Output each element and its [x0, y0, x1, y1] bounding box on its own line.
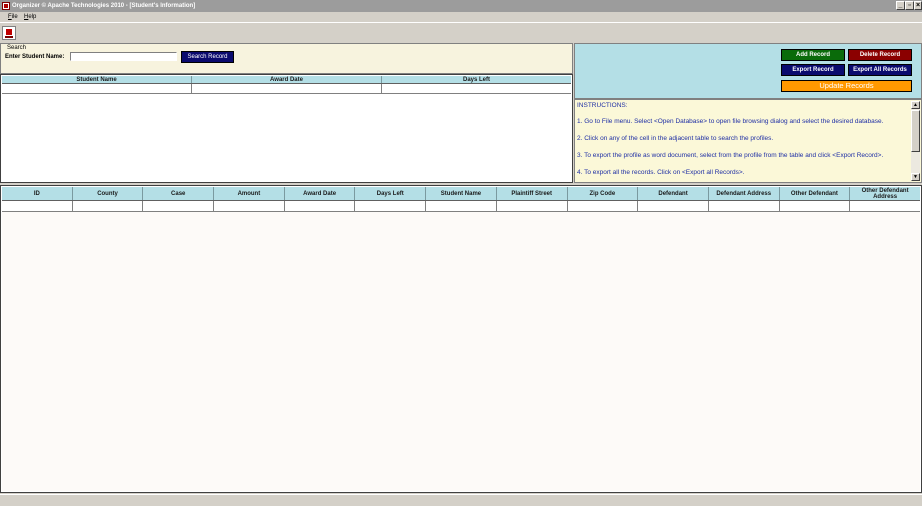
instructions-scrollbar[interactable]: ▲ ▼ [911, 101, 920, 181]
restore-button[interactable]: ▫ [905, 1, 914, 10]
column-header[interactable]: Other Defendant Address [850, 187, 920, 200]
table-cell[interactable] [497, 201, 568, 211]
table-cell[interactable] [568, 201, 639, 211]
table-cell[interactable] [2, 84, 192, 93]
title-bar: Organizer © Apache Technologies 2010 - [… [0, 0, 922, 12]
window-title: Organizer © Apache Technologies 2010 - [… [12, 3, 196, 9]
close-button[interactable]: × [914, 1, 922, 10]
student-name-input[interactable] [70, 52, 177, 61]
table-row[interactable] [2, 201, 920, 212]
table-cell[interactable] [192, 84, 382, 93]
search-label: Enter Student Name: [5, 54, 65, 60]
scroll-up-icon[interactable]: ▲ [911, 101, 920, 109]
instruction-item: 1. Go to File menu. Select <Open Databas… [577, 118, 884, 125]
column-header[interactable]: Other Defendant [780, 187, 851, 200]
toolbar [0, 22, 922, 42]
results-table-header: Student Name Award Date Days Left [2, 76, 571, 84]
export-all-records-button[interactable]: Export All Records [848, 64, 912, 76]
menu-help[interactable]: Help [24, 13, 36, 21]
instructions-panel: INSTRUCTIONS: 1. Go to File menu. Select… [574, 99, 922, 183]
column-header[interactable]: Plaintiff Street [497, 187, 568, 200]
minimize-button[interactable]: _ [896, 1, 905, 10]
update-records-button[interactable]: Update Records [781, 80, 912, 92]
table-cell[interactable] [638, 201, 709, 211]
menu-bar: File Help [0, 12, 922, 22]
column-header[interactable]: Zip Code [568, 187, 639, 200]
search-panel: Search Enter Student Name: Search Record [0, 43, 573, 74]
table-cell[interactable] [709, 201, 780, 211]
table-cell[interactable] [355, 201, 427, 211]
table-cell[interactable] [2, 201, 73, 211]
table-cell[interactable] [214, 201, 285, 211]
column-header[interactable]: Defendant Address [709, 187, 780, 200]
export-record-button[interactable]: Export Record [781, 64, 845, 76]
column-header[interactable]: Award Date [192, 76, 382, 83]
scroll-thumb[interactable] [911, 110, 920, 152]
delete-record-button[interactable]: Delete Record [848, 49, 912, 61]
table-cell[interactable] [285, 201, 356, 211]
column-header[interactable]: Student Name [2, 76, 192, 83]
table-row[interactable] [2, 84, 571, 94]
search-record-button[interactable]: Search Record [181, 51, 234, 63]
add-record-button[interactable]: Add Record [781, 49, 845, 61]
instruction-item: 2. Click on any of the cell in the adjac… [577, 135, 774, 142]
table-cell[interactable] [382, 84, 571, 93]
table-cell[interactable] [780, 201, 851, 211]
table-cell[interactable] [143, 201, 215, 211]
app-icon [2, 2, 10, 10]
column-header[interactable]: ID [2, 187, 73, 200]
column-header[interactable]: County [73, 187, 144, 200]
column-header[interactable]: Days Left [382, 76, 571, 83]
instruction-item: 3. To export the profile as word documen… [577, 152, 884, 159]
scroll-down-icon[interactable]: ▼ [911, 173, 920, 181]
table-cell[interactable] [850, 201, 920, 211]
status-bar [0, 494, 922, 506]
column-header[interactable]: Award Date [285, 187, 356, 200]
column-header[interactable]: Days Left [355, 187, 427, 200]
records-table[interactable]: ID County Case Amount Award Date Days Le… [0, 185, 922, 493]
menu-file[interactable]: File [8, 13, 18, 21]
column-header[interactable]: Student Name [426, 187, 497, 200]
table-cell[interactable] [73, 201, 144, 211]
instructions-title: INSTRUCTIONS: [577, 102, 628, 109]
column-header[interactable]: Case [143, 187, 215, 200]
column-header[interactable]: Defendant [638, 187, 709, 200]
records-table-body[interactable] [2, 212, 920, 491]
search-legend: Search [7, 45, 27, 51]
records-table-header: ID County Case Amount Award Date Days Le… [2, 187, 920, 201]
table-cell[interactable] [426, 201, 497, 211]
results-table[interactable]: Student Name Award Date Days Left [0, 74, 573, 183]
column-header[interactable]: Amount [214, 187, 285, 200]
actions-panel: Add Record Delete Record Export Record E… [574, 43, 922, 99]
database-icon[interactable] [2, 26, 16, 40]
instruction-item: 4. To export all the records. Click on <… [577, 169, 745, 176]
